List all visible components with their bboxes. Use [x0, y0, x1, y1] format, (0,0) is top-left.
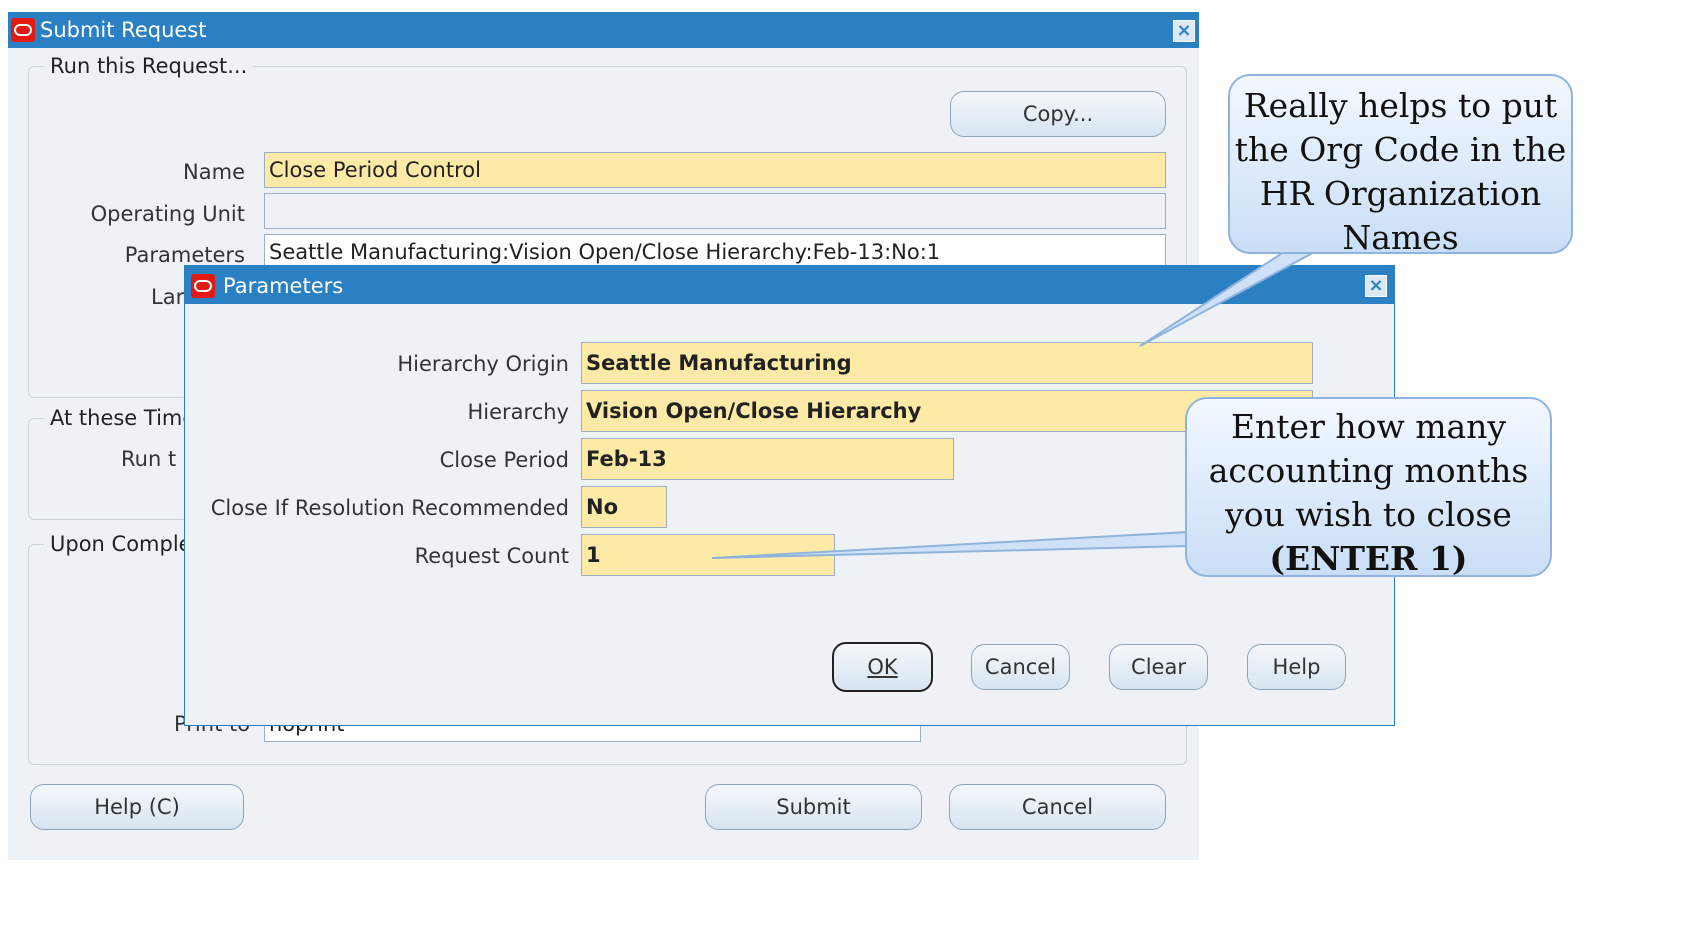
operating-unit-label: Operating Unit [90, 202, 245, 226]
submit-request-title: Submit Request [40, 18, 207, 42]
parameters-title: Parameters [223, 274, 344, 298]
request-count-callout-line-3: you wish to close [1225, 495, 1512, 534]
org-code-callout-line-1: Really helps to put [1243, 86, 1558, 125]
help-label: Help [1272, 655, 1321, 679]
language-label: Lar [151, 285, 185, 309]
name-label: Name [183, 160, 245, 184]
org-code-callout-line-3: HR Organization [1259, 174, 1542, 213]
submit-button[interactable]: Submit [705, 784, 922, 830]
submit-request-titlebar: Submit Request × [8, 12, 1199, 48]
request-count-callout-line-2: accounting months [1208, 451, 1529, 490]
ok-label: OK [867, 655, 898, 679]
hierarchy-label: Hierarchy [467, 400, 569, 424]
org-code-callout-line-4: Names [1342, 218, 1459, 257]
parameters-help-button[interactable]: Help [1247, 644, 1346, 690]
hierarchy-origin-label: Hierarchy Origin [397, 352, 569, 376]
close-period-label: Close Period [439, 448, 569, 472]
close-period-field[interactable]: Feb-13 [581, 438, 954, 480]
run-label: Run t [121, 447, 177, 471]
close-if-resolution-field[interactable]: No [581, 486, 667, 528]
close-icon[interactable]: × [1365, 275, 1387, 297]
name-field[interactable]: Close Period Control [264, 152, 1166, 188]
close-if-resolution-label: Close If Resolution Recommended [210, 496, 569, 520]
parameters-label: Parameters [124, 243, 245, 267]
request-count-callout: Enter how many accounting months you wis… [1185, 397, 1552, 578]
clear-button[interactable]: Clear [1109, 644, 1208, 690]
org-code-callout: Really helps to put the Org Code in the … [1228, 74, 1573, 257]
run-request-group-label: Run this Request... [44, 54, 254, 78]
request-count-callout-line-1: Enter how many [1230, 407, 1507, 446]
parameters-cancel-button[interactable]: Cancel [971, 644, 1070, 690]
request-count-label: Request Count [414, 544, 569, 568]
cancel-label: Cancel [984, 655, 1057, 679]
oracle-logo-icon [11, 18, 35, 42]
hierarchy-origin-field[interactable]: Seattle Manufacturing [581, 342, 1313, 384]
copy-button[interactable]: Copy... [950, 91, 1166, 137]
help-c-button[interactable]: Help (C) [30, 784, 244, 830]
parameters-titlebar: Parameters × [185, 266, 1394, 304]
cancel-button[interactable]: Cancel [949, 784, 1166, 830]
oracle-logo-icon [191, 274, 215, 298]
org-code-callout-line-2: the Org Code in the [1234, 130, 1567, 169]
operating-unit-field[interactable] [264, 193, 1166, 229]
close-icon[interactable]: × [1173, 20, 1195, 42]
request-count-field[interactable]: 1 [581, 534, 835, 576]
ok-button[interactable]: OK [832, 642, 933, 692]
clear-label: Clear [1131, 655, 1186, 679]
request-count-callout-line-4: (ENTER 1) [1269, 539, 1468, 578]
